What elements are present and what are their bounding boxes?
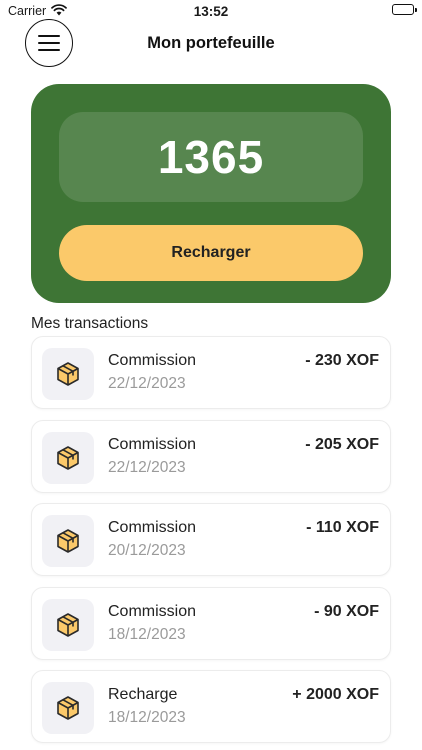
- balance-box: 1365: [59, 112, 363, 202]
- package-box-icon: [57, 445, 79, 470]
- transaction-item[interactable]: Commission 22/12/2023 - 230 XOF: [31, 336, 391, 409]
- transaction-list: Commission 22/12/2023 - 230 XOF Commissi…: [31, 336, 391, 750]
- transaction-title: Commission: [108, 519, 197, 536]
- transaction-item[interactable]: Commission 20/12/2023 - 110 XOF: [31, 503, 391, 576]
- transaction-item[interactable]: Recharge 18/12/2023 + 2000 XOF: [31, 670, 391, 743]
- package-box-icon: [57, 362, 79, 386]
- battery-icon: [392, 4, 417, 15]
- transaction-title: Commission: [108, 352, 197, 369]
- transaction-item[interactable]: Commission 18/12/2023 - 90 XOF: [31, 586, 391, 660]
- transaction-date: 22/12/2023: [108, 375, 186, 392]
- transaction-icon-box: [42, 348, 94, 400]
- transaction-date: 18/12/2023: [108, 625, 186, 643]
- status-time: 13:52: [193, 4, 229, 19]
- transaction-title: Commission: [108, 602, 197, 620]
- transaction-amount: + 2000 XOF: [292, 686, 379, 703]
- transaction-icon-box: [42, 431, 94, 484]
- package-box-icon: [57, 696, 79, 720]
- transaction-date: 20/12/2023: [108, 542, 186, 559]
- transaction-amount: - 230 XOF: [305, 352, 379, 369]
- package-box-icon: [57, 529, 79, 553]
- balance-amount: 1365: [157, 131, 265, 183]
- recharge-button[interactable]: Recharger: [59, 225, 363, 281]
- balance-card: 1365 Recharger: [31, 84, 391, 303]
- transaction-title: Commission: [108, 435, 197, 453]
- transaction-amount: - 110 XOF: [306, 519, 379, 536]
- transaction-icon-box: [42, 682, 94, 734]
- transaction-icon-box: [42, 598, 94, 651]
- transaction-date: 22/12/2023: [108, 458, 186, 476]
- transaction-amount: - 90 XOF: [314, 602, 379, 620]
- transaction-icon-box: [42, 515, 94, 567]
- transaction-title: Recharge: [108, 686, 178, 703]
- transaction-amount: - 205 XOF: [305, 435, 379, 453]
- transaction-item[interactable]: Commission 22/12/2023 - 205 XOF: [31, 419, 391, 493]
- page-title: Mon portefeuille: [147, 34, 275, 52]
- transactions-section-title: Mes transactions: [31, 315, 149, 332]
- status-bar: Carrier 13:52: [0, 0, 422, 22]
- package-box-icon: [57, 612, 79, 637]
- transaction-date: 18/12/2023: [108, 709, 186, 726]
- wallet-screen: Carrier 13:52 Mon portefeuille 1365 Rech…: [0, 0, 422, 750]
